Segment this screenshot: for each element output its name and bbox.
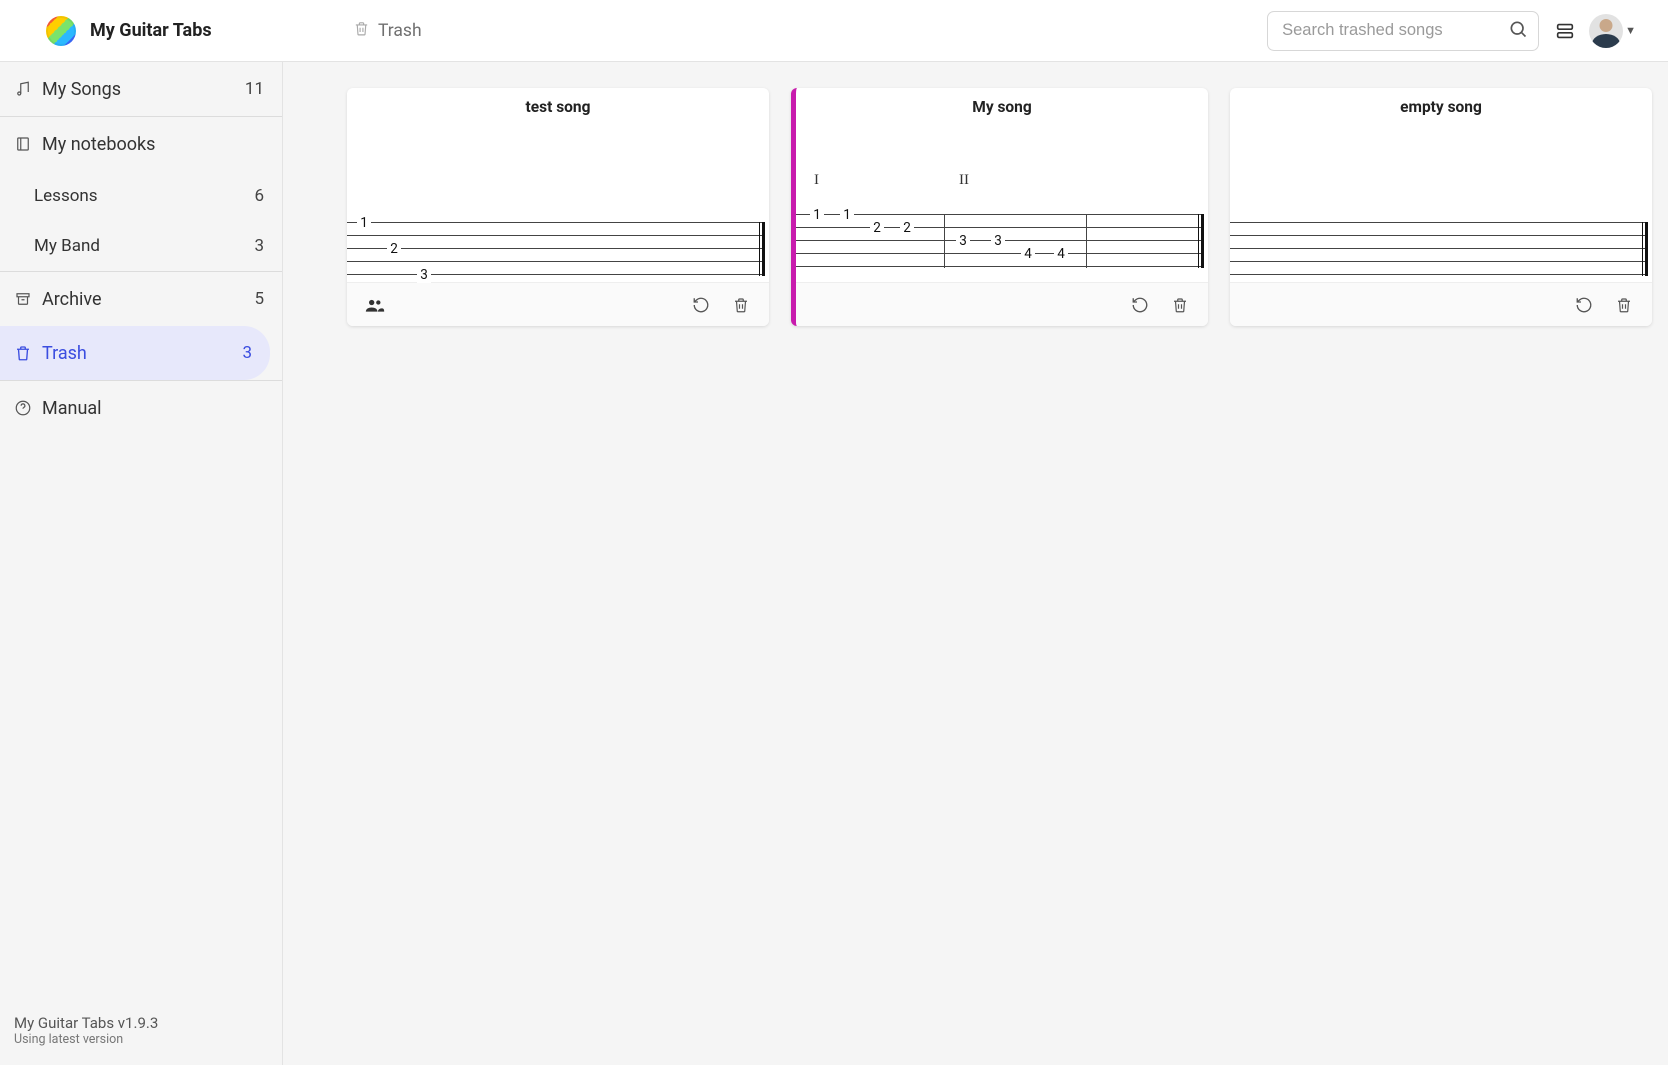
sidebar-group-label: My notebooks <box>42 134 264 155</box>
sidebar-item-label: Lessons <box>34 186 244 206</box>
search-icon[interactable] <box>1508 19 1528 43</box>
song-preview <box>1230 122 1652 282</box>
song-title: test song <box>347 88 769 122</box>
sidebar-item-count: 3 <box>254 236 264 256</box>
avatar <box>1589 14 1623 48</box>
breadcrumb: Trash <box>353 20 422 42</box>
card-footer <box>347 282 769 326</box>
view-toggle-button[interactable] <box>1551 17 1579 45</box>
app-header: My Guitar Tabs Trash ▼ <box>0 0 1668 62</box>
sidebar-item-notebook-my-band[interactable]: My Band 3 <box>0 221 282 271</box>
chord-label: I <box>814 172 819 189</box>
sidebar-item-count: 3 <box>242 343 252 363</box>
chord-label: II <box>959 172 969 189</box>
sidebar-footer: My Guitar Tabs v1.9.3 Using latest versi… <box>0 1002 282 1065</box>
main-content: test song 1 2 3 <box>283 62 1668 1065</box>
restore-button[interactable] <box>1568 289 1600 321</box>
song-preview: I II 1 1 <box>796 122 1208 282</box>
sidebar-item-label: My Songs <box>42 79 235 100</box>
app-version: My Guitar Tabs v1.9.3 <box>14 1014 268 1032</box>
song-card[interactable]: empty song <box>1230 88 1652 326</box>
search-box[interactable] <box>1267 11 1539 51</box>
sidebar-item-trash[interactable]: Trash 3 <box>0 326 270 380</box>
app-logo <box>46 16 76 46</box>
sidebar-item-label: Trash <box>42 343 232 364</box>
song-preview: 1 2 3 <box>347 122 769 282</box>
song-title: empty song <box>1230 88 1652 122</box>
brand[interactable]: My Guitar Tabs <box>0 16 283 46</box>
delete-forever-button[interactable] <box>725 289 757 321</box>
sidebar-item-label: Archive <box>42 289 244 310</box>
shared-icon <box>359 289 391 321</box>
search-input[interactable] <box>1282 21 1508 40</box>
sidebar-item-notebook-lessons[interactable]: Lessons 6 <box>0 171 282 221</box>
restore-button[interactable] <box>1124 289 1156 321</box>
sidebar-group-notebooks: My notebooks <box>0 117 282 171</box>
app-title: My Guitar Tabs <box>90 20 212 41</box>
restore-button[interactable] <box>685 289 717 321</box>
song-card[interactable]: My song I II <box>791 88 1208 326</box>
user-menu[interactable]: ▼ <box>1589 14 1636 48</box>
sidebar-item-count: 6 <box>254 186 264 206</box>
delete-forever-button[interactable] <box>1608 289 1640 321</box>
sidebar: My Songs 11 My notebooks Lessons 6 My Ba… <box>0 62 283 1065</box>
chevron-down-icon: ▼ <box>1625 24 1636 37</box>
sidebar-item-label: Manual <box>42 398 264 419</box>
song-card[interactable]: test song 1 2 3 <box>347 88 769 326</box>
trash-icon <box>353 20 370 42</box>
card-footer <box>796 282 1208 326</box>
delete-forever-button[interactable] <box>1164 289 1196 321</box>
sidebar-item-count: 11 <box>245 79 264 99</box>
card-footer <box>1230 282 1652 326</box>
sidebar-item-manual[interactable]: Manual <box>0 381 282 435</box>
song-title: My song <box>796 88 1208 122</box>
sidebar-item-archive[interactable]: Archive 5 <box>0 272 282 326</box>
sidebar-item-label: My Band <box>34 236 244 256</box>
sidebar-item-my-songs[interactable]: My Songs 11 <box>0 62 282 116</box>
version-status: Using latest version <box>14 1032 268 1047</box>
breadcrumb-label: Trash <box>378 21 422 41</box>
sidebar-item-count: 5 <box>254 289 264 309</box>
